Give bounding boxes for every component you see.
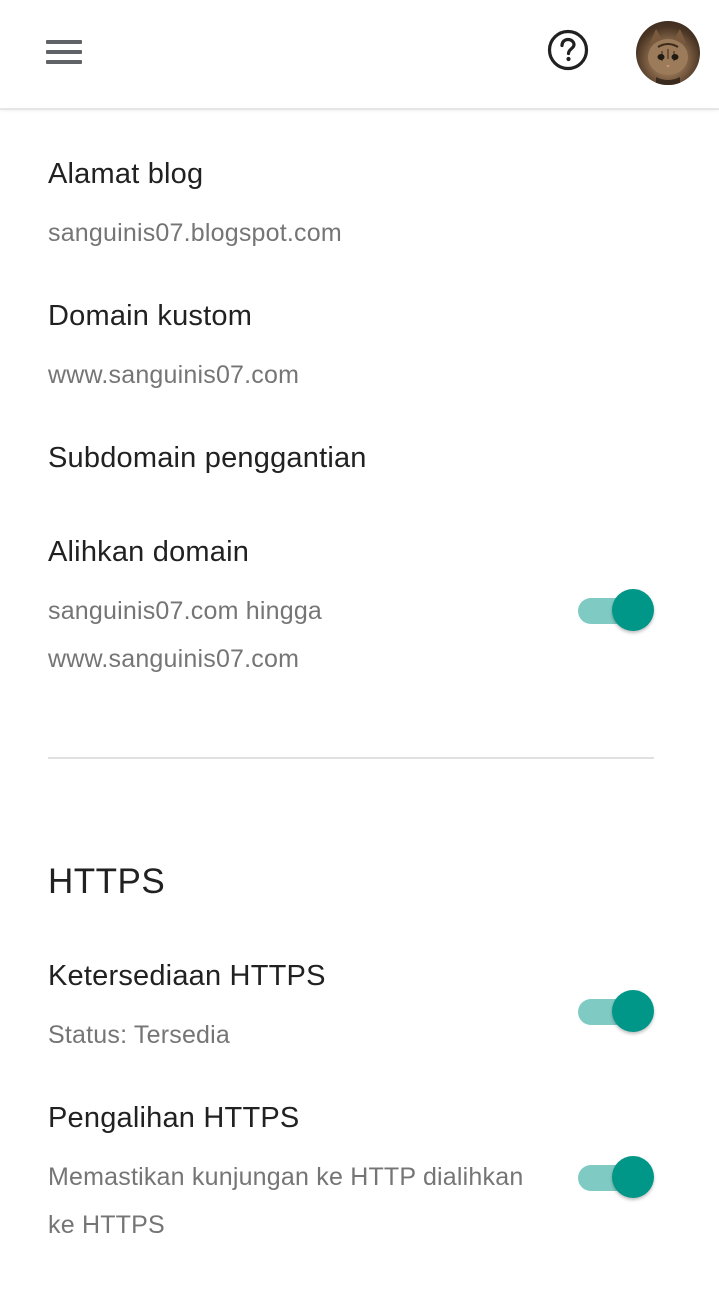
redirect-domain-desc-line1: sanguinis07.com hingga [48, 597, 323, 625]
top-app-bar [0, 0, 719, 110]
https-redirect-desc-line1: Memastikan kunjungan ke HTTP dialihkan [48, 1163, 524, 1191]
custom-domain-title: Domain kustom [48, 300, 253, 332]
https-section-title: HTTPS [48, 862, 166, 901]
toggle-thumb [612, 589, 654, 631]
section-divider [48, 757, 654, 759]
redirect-domain-toggle[interactable] [578, 589, 654, 633]
blog-address-value[interactable]: sanguinis07.blogspot.com [48, 219, 342, 248]
https-redirect-desc-line2: ke HTTPS [48, 1211, 165, 1239]
redirect-domain-desc-line2: www.sanguinis07.com [48, 645, 300, 673]
https-redirect-toggle[interactable] [578, 1156, 654, 1200]
redirect-domain-title: Alihkan domain [48, 536, 250, 568]
blog-address-title: Alamat blog [48, 158, 204, 190]
https-availability-toggle[interactable] [578, 990, 654, 1034]
https-availability-status: Status: Tersedia [48, 1021, 231, 1049]
toggle-thumb [612, 990, 654, 1032]
help-circle-icon[interactable] [546, 28, 590, 72]
https-redirect-title: Pengalihan HTTPS [48, 1102, 300, 1134]
toggle-thumb [612, 1156, 654, 1198]
hamburger-menu-icon[interactable] [40, 34, 88, 72]
fallback-subdomain-title[interactable]: Subdomain penggantian [48, 442, 367, 475]
user-avatar[interactable] [636, 21, 700, 85]
custom-domain-value[interactable]: www.sanguinis07.com [48, 361, 299, 390]
https-availability-title: Ketersediaan HTTPS [48, 960, 326, 992]
